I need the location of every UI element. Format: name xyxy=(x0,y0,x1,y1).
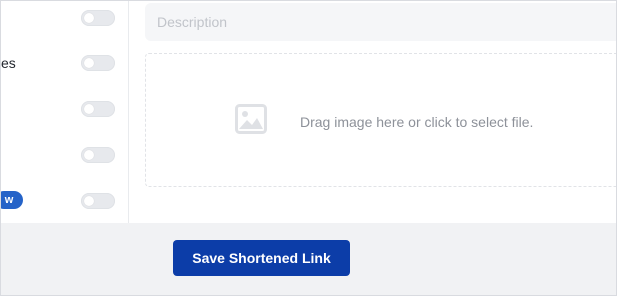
toggle-knob xyxy=(84,196,94,206)
setting-toggle[interactable] xyxy=(81,101,115,117)
setting-toggle[interactable] xyxy=(81,147,115,163)
setting-row: w xyxy=(1,191,128,211)
toggle-knob xyxy=(84,58,94,68)
setting-label: es xyxy=(1,55,16,71)
save-shortened-link-button[interactable]: Save Shortened Link xyxy=(173,240,350,276)
toggle-knob xyxy=(84,104,94,114)
new-badge: w xyxy=(1,191,23,209)
setting-toggle[interactable] xyxy=(81,193,115,209)
setting-toggle[interactable] xyxy=(81,55,115,71)
setting-row xyxy=(1,99,128,119)
toggle-knob xyxy=(84,150,94,160)
form-footer: Save Shortened Link xyxy=(1,223,616,295)
setting-toggle[interactable] xyxy=(81,10,115,26)
image-icon xyxy=(235,104,267,134)
link-editor-panel: es w Drag image here or click to select … xyxy=(0,0,617,296)
dropzone-text: Drag image here or click to select file. xyxy=(300,114,534,130)
setting-row: es xyxy=(1,53,128,73)
setting-row xyxy=(1,8,128,28)
settings-toggle-column: es w xyxy=(1,1,129,223)
description-input[interactable] xyxy=(145,3,616,41)
toggle-knob xyxy=(84,13,94,23)
setting-row xyxy=(1,145,128,165)
image-dropzone[interactable]: Drag image here or click to select file. xyxy=(145,53,616,187)
